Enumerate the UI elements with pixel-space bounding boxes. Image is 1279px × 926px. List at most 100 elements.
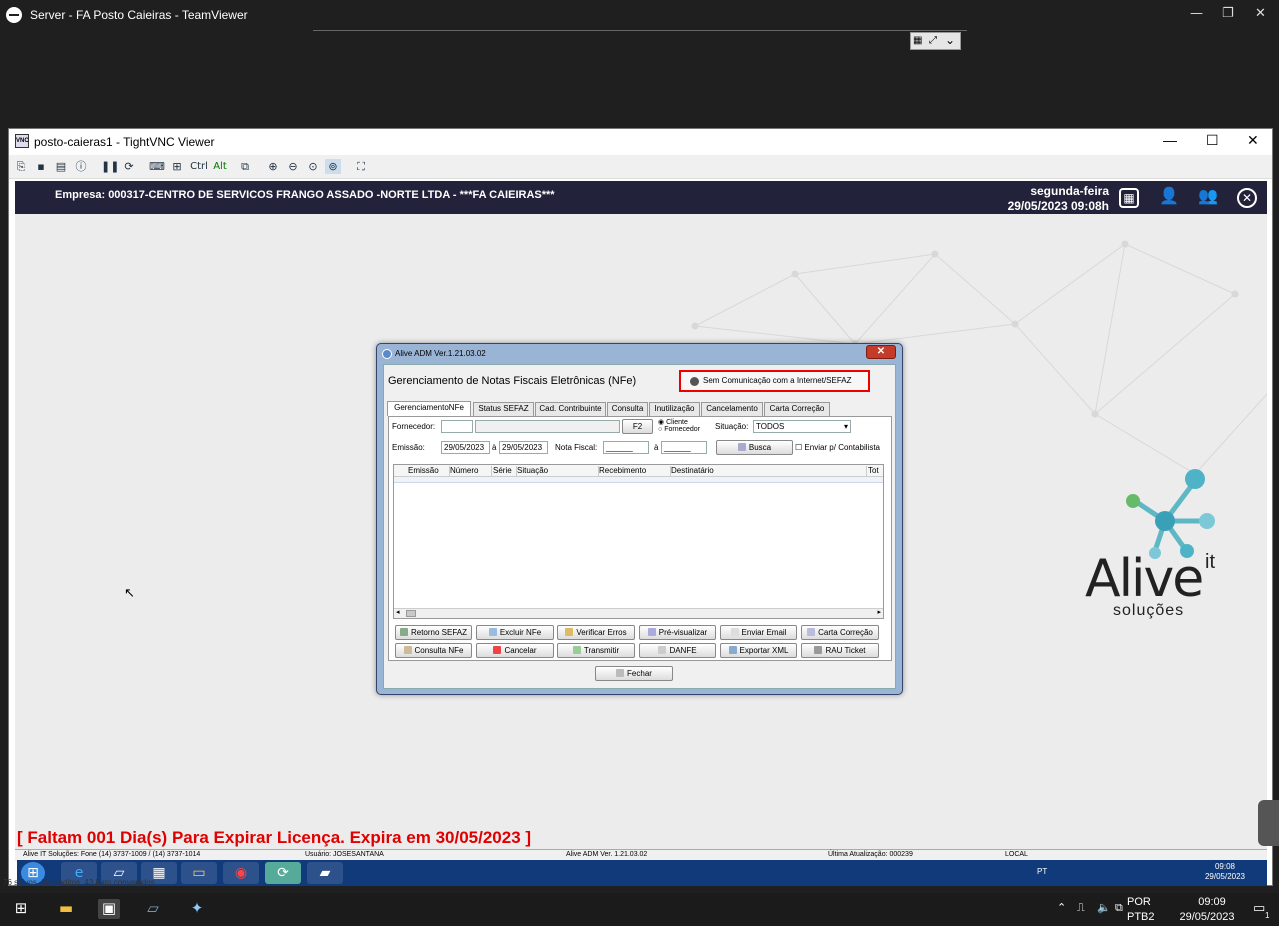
dropdown-arrow-icon: ▾ <box>843 422 848 431</box>
close-icon[interactable]: ✕ <box>1255 6 1266 21</box>
win-key-icon[interactable]: ⊞ <box>169 159 185 174</box>
calculator-icon[interactable]: ▦ <box>1119 188 1139 208</box>
remote-app2-icon[interactable]: ▰ <box>307 862 343 884</box>
save-icon[interactable]: ▪ <box>33 159 49 174</box>
tab-inutilizacao[interactable]: Inutilização <box>649 402 700 416</box>
grid-icon[interactable]: ▦ <box>913 35 922 46</box>
col-total[interactable]: Tot <box>868 466 884 477</box>
carta-correcao-button[interactable]: Carta Correção <box>801 625 879 640</box>
tightvnc-taskbar-icon[interactable]: ▣ <box>98 899 120 919</box>
volume-icon[interactable]: 🔈 <box>1097 901 1111 914</box>
col-serie[interactable]: Série <box>493 466 517 477</box>
vnc-logo-icon: VNC <box>15 134 29 148</box>
f2-button[interactable]: F2 <box>622 419 653 434</box>
date-from-input[interactable]: 29/05/2023 <box>441 441 490 454</box>
tab-cancelamento[interactable]: Cancelamento <box>701 402 763 416</box>
teamviewer-side-handle[interactable] <box>1258 800 1279 846</box>
tab-carta-correcao[interactable]: Carta Correção <box>764 402 830 416</box>
new-connection-icon[interactable]: ⎘ <box>13 159 29 174</box>
dialog-body: Gerenciamento de Notas Fiscais Eletrônic… <box>383 364 896 689</box>
vnc-close-icon[interactable]: ✕ <box>1247 132 1259 149</box>
consulta-nfe-button[interactable]: Consulta NFe <box>395 643 472 658</box>
horizontal-scrollbar[interactable]: ◂ ▸ <box>394 608 883 618</box>
retorno-sefaz-button[interactable]: Retorno SEFAZ <box>395 625 472 640</box>
tab-consulta[interactable]: Consulta <box>607 402 648 416</box>
col-recebimento[interactable]: Recebimento <box>599 466 671 477</box>
restore-icon[interactable]: ❐ <box>1222 6 1234 21</box>
nota-to-input[interactable]: ______ <box>661 441 707 454</box>
tray-date[interactable]: 29/05/2023 <box>1175 911 1239 923</box>
danfe-button[interactable]: DANFE <box>639 643 716 658</box>
minimize-icon[interactable]: — <box>1190 6 1203 21</box>
scroll-right-icon[interactable]: ▸ <box>877 608 881 616</box>
tab-gerenciamento[interactable]: GerenciamentoNFe <box>387 401 471 416</box>
col-destinatario[interactable]: Destinatário <box>671 466 867 477</box>
pause-icon[interactable]: ❚❚ <box>101 159 119 174</box>
fornecedor-name-input[interactable] <box>475 420 620 433</box>
transmitir-button[interactable]: Transmitir <box>557 643 635 658</box>
zoom-in-icon[interactable]: ⊕ <box>265 159 281 174</box>
datetime-label: 29/05/2023 09:08h <box>1007 199 1109 213</box>
options-icon[interactable]: ▤ <box>53 159 69 174</box>
col-numero[interactable]: Número <box>450 466 492 477</box>
date-to-input[interactable]: 29/05/2023 <box>499 441 548 454</box>
chevron-down-icon[interactable]: ⌄ <box>945 33 955 47</box>
zoom-fit-icon[interactable]: ⊚ <box>325 159 341 174</box>
tab-status-sefaz[interactable]: Status SEFAZ <box>473 402 534 416</box>
table-row[interactable] <box>394 477 883 483</box>
excluir-nfe-button[interactable]: Excluir NFe <box>476 625 554 640</box>
remote-desktop-icon[interactable]: ▱ <box>142 899 164 919</box>
fechar-button[interactable]: Fechar <box>595 666 673 681</box>
col-situacao[interactable]: Situação <box>517 466 599 477</box>
file-explorer-icon[interactable]: ▬ <box>55 899 77 919</box>
nota-from-input[interactable]: ______ <box>603 441 649 454</box>
tray-chevron-icon[interactable]: ⌃ <box>1057 901 1066 914</box>
col-emissao[interactable]: Emissão <box>408 466 450 477</box>
rau-ticket-button[interactable]: RAU Ticket <box>801 643 879 658</box>
export-icon <box>728 646 737 654</box>
enviar-email-button[interactable]: Enviar Email <box>720 625 797 640</box>
explorer-icon[interactable]: ▭ <box>181 862 217 884</box>
pre-visualizar-button[interactable]: Pré-visualizar <box>639 625 716 640</box>
tray-time[interactable]: 09:09 <box>1185 896 1239 908</box>
situacao-select[interactable]: TODOS ▾ <box>753 420 851 433</box>
teamviewer-mini-toolbar[interactable]: ▦ ⤢ ⌄ <box>910 32 961 50</box>
nfe-grid[interactable]: Emissão Número Série Situação Recebiment… <box>393 464 884 619</box>
busca-button[interactable]: Busca <box>716 440 793 455</box>
transfer-icon[interactable]: ⧉ <box>237 159 253 174</box>
users-icon[interactable]: 👥 <box>1198 188 1218 208</box>
tray-lang[interactable]: POR <box>1127 896 1151 908</box>
refresh-icon[interactable]: ⟳ <box>121 159 137 174</box>
dialog-close-icon[interactable]: ✕ <box>866 345 896 359</box>
vnc-maximize-icon[interactable]: ☐ <box>1206 132 1219 149</box>
chrome-icon[interactable]: ◉ <box>223 862 259 884</box>
scroll-thumb[interactable] <box>406 610 416 617</box>
user-icon[interactable]: 👤 <box>1159 188 1179 208</box>
zoom-out-icon[interactable]: ⊖ <box>285 159 301 174</box>
network-icon[interactable]: ⎍ <box>1077 901 1085 915</box>
vnc-minimize-icon[interactable]: — <box>1163 132 1177 148</box>
info-icon[interactable]: ⓘ <box>73 159 89 174</box>
ctrl-key-button[interactable]: Ctrl <box>189 159 209 174</box>
exit-icon[interactable]: ✕ <box>1237 188 1257 208</box>
fornecedor-radio[interactable]: ○ Fornecedor <box>658 426 700 433</box>
tray-keyboard[interactable]: PTB2 <box>1127 911 1155 923</box>
fullscreen-icon[interactable]: ⤢ <box>929 35 937 46</box>
ctrl-alt-del-icon[interactable]: ⌨ <box>149 159 165 174</box>
exportar-xml-button[interactable]: Exportar XML <box>720 643 797 658</box>
cliente-radio[interactable]: ◉ Cliente <box>658 418 688 426</box>
teamviewer-app-icon[interactable]: ⟳ <box>265 862 301 884</box>
contabilista-checkbox[interactable]: ☐ Enviar p/ Contabilista <box>795 443 880 452</box>
windows-start-icon[interactable]: ⊞ <box>10 899 32 919</box>
network-tool-icon[interactable]: ✦ <box>186 899 208 919</box>
tray-app-icon[interactable]: ⧉ <box>1115 901 1123 915</box>
alt-key-button[interactable]: Alt <box>211 159 229 174</box>
scroll-left-icon[interactable]: ◂ <box>396 608 400 616</box>
zoom-100-icon[interactable]: ⊙ <box>305 159 321 174</box>
cancelar-button[interactable]: Cancelar <box>476 643 554 658</box>
fullscreen-vnc-icon[interactable]: ⛶ <box>353 159 369 174</box>
fornecedor-code-input[interactable] <box>441 420 473 433</box>
verificar-erros-button[interactable]: Verificar Erros <box>557 625 635 640</box>
notification-icon[interactable]: ▭ <box>1253 901 1265 916</box>
tab-cad-contribuinte[interactable]: Cad. Contribuinte <box>535 402 606 416</box>
